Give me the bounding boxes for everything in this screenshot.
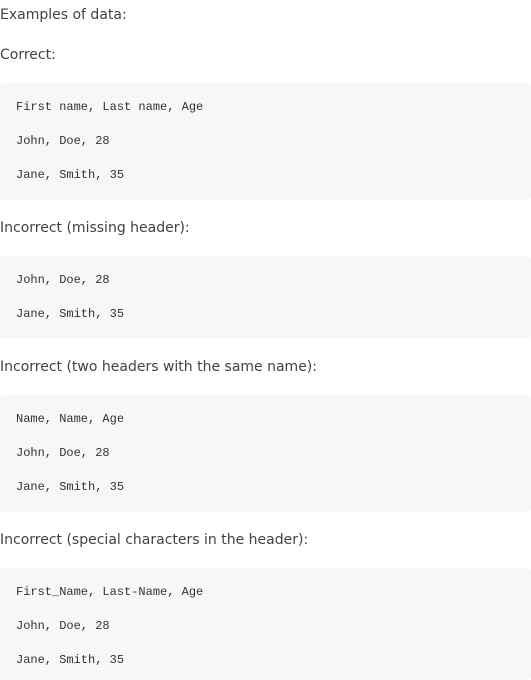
code-line: John, Doe, 28 bbox=[16, 134, 110, 148]
code-line: Jane, Smith, 35 bbox=[16, 480, 125, 494]
intro-text: Examples of data: bbox=[0, 7, 127, 23]
code-line: John, Doe, 28 bbox=[16, 619, 110, 633]
code-block-correct: First name, Last name, Age John, Doe, 28… bbox=[0, 83, 531, 200]
code-line: Jane, Smith, 35 bbox=[16, 653, 125, 667]
code-block-missing-header: John, Doe, 28 Jane, Smith, 35 bbox=[0, 256, 531, 339]
code-line: John, Doe, 28 bbox=[16, 273, 110, 287]
section-label-duplicate-headers: Incorrect (two headers with the same nam… bbox=[0, 359, 317, 375]
section-label-special-characters: Incorrect (special characters in the hea… bbox=[0, 532, 309, 548]
code-line: Jane, Smith, 35 bbox=[16, 307, 125, 321]
code-line: Jane, Smith, 35 bbox=[16, 168, 125, 182]
code-line: First_Name, Last-Name, Age bbox=[16, 585, 204, 599]
section-label-missing-header: Incorrect (missing header): bbox=[0, 220, 190, 236]
section-label-correct: Correct: bbox=[0, 47, 56, 63]
code-line: First name, Last name, Age bbox=[16, 100, 204, 114]
code-block-special-characters: First_Name, Last-Name, Age John, Doe, 28… bbox=[0, 568, 531, 680]
code-line: John, Doe, 28 bbox=[16, 446, 110, 460]
code-line: Name, Name, Age bbox=[16, 412, 125, 426]
code-block-duplicate-headers: Name, Name, Age John, Doe, 28 Jane, Smit… bbox=[0, 395, 531, 512]
